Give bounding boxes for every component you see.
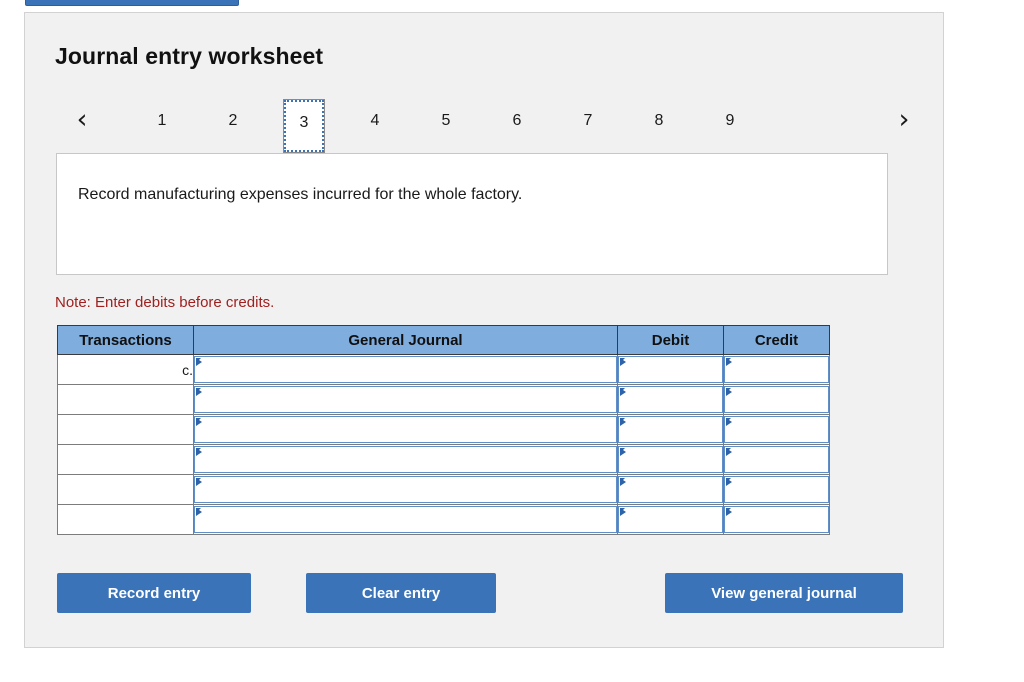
credit-input[interactable]: [724, 356, 829, 383]
column-header-transactions: Transactions: [57, 325, 194, 355]
table-row: [57, 504, 830, 535]
transaction-label-cell: c.: [57, 354, 194, 385]
general-journal-input-cell[interactable]: [193, 444, 618, 475]
general-journal-input[interactable]: [194, 506, 617, 533]
debit-input[interactable]: [618, 506, 723, 533]
view-general-journal-button[interactable]: View general journal: [665, 573, 903, 613]
general-journal-input[interactable]: [194, 416, 617, 443]
debit-input-cell[interactable]: [617, 444, 724, 475]
credit-input[interactable]: [724, 506, 829, 533]
top-cut-off-button[interactable]: [25, 0, 239, 6]
table-header-row: Transactions General Journal Debit Credit: [57, 325, 830, 355]
credit-input[interactable]: [724, 476, 829, 503]
pager-tab-4[interactable]: 4: [354, 101, 396, 147]
general-journal-input-cell[interactable]: [193, 414, 618, 445]
general-journal-input-cell[interactable]: [193, 384, 618, 415]
prompt-textbox: Record manufacturing expenses incurred f…: [56, 153, 888, 275]
credit-input[interactable]: [724, 416, 829, 443]
table-row: [57, 444, 830, 475]
pager-tab-2[interactable]: 2: [212, 101, 254, 147]
pager-tab-1[interactable]: 1: [141, 101, 183, 147]
table-row: [57, 384, 830, 415]
transaction-label-cell: [57, 384, 194, 415]
column-header-general-journal: General Journal: [193, 325, 618, 355]
table-row: [57, 474, 830, 505]
table-body: c.: [57, 354, 830, 535]
pager-tab-7[interactable]: 7: [567, 101, 609, 147]
transaction-label-cell: [57, 504, 194, 535]
debit-input[interactable]: [618, 476, 723, 503]
general-journal-input[interactable]: [194, 356, 617, 383]
debit-input-cell[interactable]: [617, 414, 724, 445]
general-journal-input-cell[interactable]: [193, 504, 618, 535]
general-journal-input[interactable]: [194, 386, 617, 413]
credit-input[interactable]: [724, 386, 829, 413]
debit-input-cell[interactable]: [617, 474, 724, 505]
debits-before-credits-note: Note: Enter debits before credits.: [55, 294, 275, 311]
page-title: Journal entry worksheet: [55, 43, 324, 69]
transaction-label-cell: [57, 444, 194, 475]
credit-input-cell[interactable]: [723, 414, 830, 445]
pager-tab-6[interactable]: 6: [496, 101, 538, 147]
table-row: [57, 414, 830, 445]
transaction-label-cell: [57, 474, 194, 505]
record-entry-button[interactable]: Record entry: [57, 573, 251, 613]
column-header-debit: Debit: [617, 325, 724, 355]
general-journal-input[interactable]: [194, 446, 617, 473]
credit-input-cell[interactable]: [723, 504, 830, 535]
credit-input-cell[interactable]: [723, 384, 830, 415]
table-row: c.: [57, 354, 830, 385]
credit-input-cell[interactable]: [723, 474, 830, 505]
general-journal-input-cell[interactable]: [193, 354, 618, 385]
pager-tab-8[interactable]: 8: [638, 101, 680, 147]
debit-input-cell[interactable]: [617, 384, 724, 415]
transaction-label-cell: [57, 414, 194, 445]
debit-input[interactable]: [618, 386, 723, 413]
journal-entry-table: Transactions General Journal Debit Credit c…: [57, 325, 830, 535]
journal-entry-panel: Journal entry worksheet ‹ 123456789 › Re…: [24, 12, 944, 648]
worksheet-pager: ‹ 123456789 ›: [49, 95, 921, 153]
column-header-credit: Credit: [723, 325, 830, 355]
credit-input[interactable]: [724, 446, 829, 473]
pager-tab-9[interactable]: 9: [709, 101, 751, 147]
pager-tab-3[interactable]: 3: [283, 99, 325, 153]
chevron-right-icon[interactable]: ›: [887, 101, 921, 139]
debit-input-cell[interactable]: [617, 354, 724, 385]
debit-input[interactable]: [618, 416, 723, 443]
pager-tab-5[interactable]: 5: [425, 101, 467, 147]
general-journal-input-cell[interactable]: [193, 474, 618, 505]
debit-input-cell[interactable]: [617, 504, 724, 535]
debit-input[interactable]: [618, 446, 723, 473]
chevron-left-icon[interactable]: ‹: [65, 101, 99, 139]
prompt-text: Record manufacturing expenses incurred f…: [78, 186, 523, 203]
credit-input-cell[interactable]: [723, 354, 830, 385]
general-journal-input[interactable]: [194, 476, 617, 503]
credit-input-cell[interactable]: [723, 444, 830, 475]
debit-input[interactable]: [618, 356, 723, 383]
table-header: Transactions General Journal Debit Credit: [57, 325, 830, 355]
clear-entry-button[interactable]: Clear entry: [306, 573, 496, 613]
